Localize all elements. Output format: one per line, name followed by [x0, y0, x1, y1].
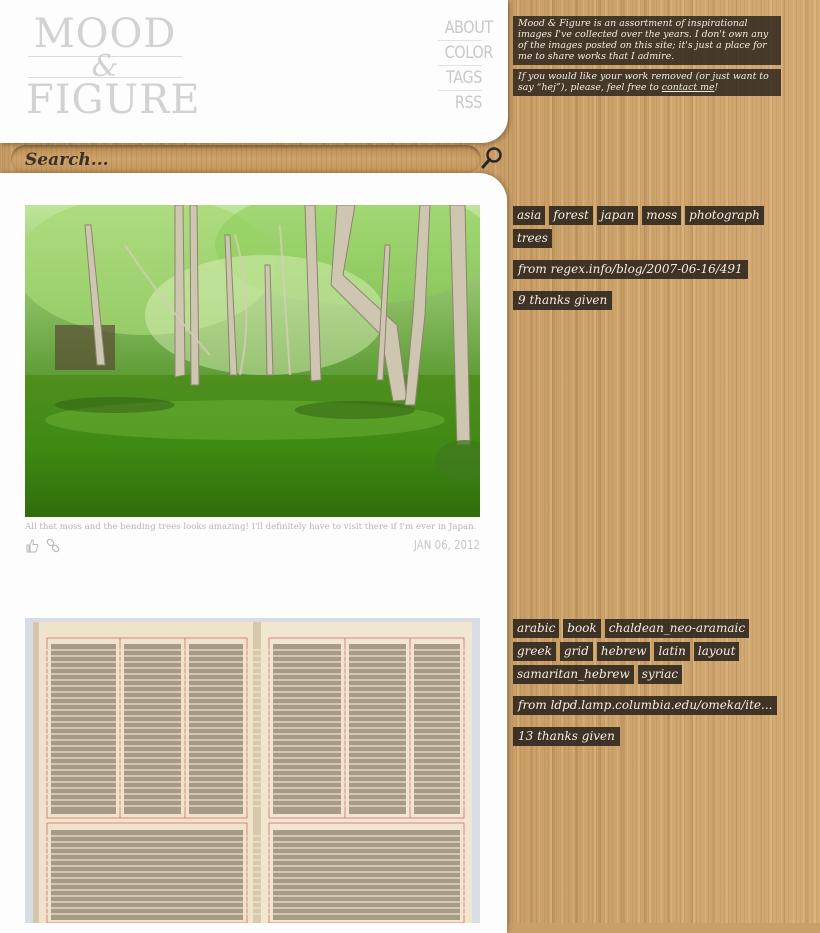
tag-item[interactable]: grid — [559, 642, 593, 661]
about-box: Mood & Figure is an assortment of inspir… — [513, 16, 781, 100]
contact-text: If you would like your work removed (or … — [513, 69, 781, 96]
tag-item[interactable]: forest — [549, 206, 593, 225]
post-meta-1: asia forest japan moss photograph trees … — [513, 206, 793, 310]
post-image-forest[interactable] — [25, 205, 480, 517]
polyglot-book-photo — [25, 618, 480, 923]
tag-item[interactable]: book — [563, 619, 601, 638]
logo-ampersand: & — [91, 49, 119, 84]
link-icon[interactable] — [46, 538, 60, 557]
tag-item[interactable]: latin — [654, 642, 690, 661]
header-panel: MOOD & FIGURE ABOUT COLOR TAGS RSS — [0, 0, 508, 143]
thumbs-up-icon[interactable] — [25, 538, 39, 557]
search-input[interactable] — [23, 147, 467, 173]
post-actions — [25, 538, 62, 556]
tag-item[interactable]: greek — [513, 642, 556, 661]
logo-figure: FIGURE — [26, 77, 201, 123]
site-logo[interactable]: MOOD & FIGURE — [26, 12, 201, 123]
search-bar — [11, 145, 481, 173]
thanks-count[interactable]: 13 thanks given — [513, 727, 620, 746]
source-link[interactable]: from regex.info/blog/2007-06-16/491 — [513, 260, 748, 279]
source-link[interactable]: from ldpd.lamp.columbia.edu/omeka/ite... — [513, 696, 778, 715]
contact-prefix: If you would like your work removed (or … — [518, 71, 769, 93]
nav-rss[interactable]: RSS — [445, 91, 483, 115]
tag-item[interactable]: trees — [513, 229, 552, 248]
tag-item[interactable]: chaldean_neo-aramaic — [604, 619, 750, 638]
tag-item[interactable]: moss — [642, 206, 682, 225]
nav-color[interactable]: COLOR — [445, 41, 494, 65]
contact-suffix: ! — [714, 82, 719, 93]
tag-item[interactable]: layout — [693, 642, 740, 661]
nav-about[interactable]: ABOUT — [445, 16, 494, 40]
tag-item[interactable]: arabic — [513, 619, 560, 638]
thanks-count[interactable]: 9 thanks given — [513, 291, 613, 310]
tag-item[interactable]: hebrew — [596, 642, 651, 661]
nav-tags[interactable]: TAGS — [445, 66, 482, 90]
tag-item[interactable]: syriac — [637, 665, 683, 684]
tag-item[interactable]: asia — [513, 206, 546, 225]
about-text: Mood & Figure is an assortment of inspir… — [513, 16, 781, 65]
tag-item[interactable]: photograph — [685, 206, 764, 225]
search-icon[interactable] — [480, 146, 504, 170]
post-date: JAN 06, 2012 — [413, 538, 480, 552]
tag-list: arabic book chaldean_neo-aramaic greek g… — [513, 619, 783, 684]
tag-list: asia forest japan moss photograph trees — [513, 206, 783, 248]
post-meta-2: arabic book chaldean_neo-aramaic greek g… — [513, 619, 793, 746]
post-caption: All that moss and the bending trees look… — [25, 522, 477, 532]
tag-item[interactable]: japan — [596, 206, 639, 225]
tag-item[interactable]: samaritan_hebrew — [513, 665, 634, 684]
forest-moss-photo — [25, 205, 480, 517]
main-nav: ABOUT COLOR TAGS RSS — [438, 16, 494, 115]
contact-link[interactable]: contact me — [662, 82, 715, 93]
post-image-book[interactable] — [25, 618, 480, 923]
